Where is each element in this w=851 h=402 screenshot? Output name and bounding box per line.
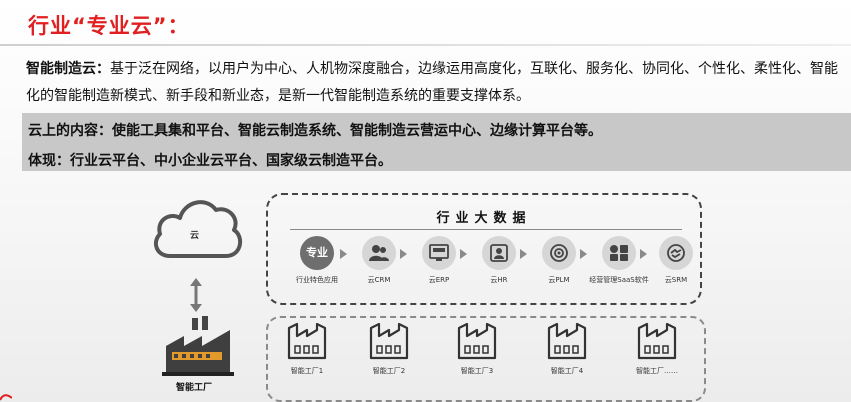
people-icon	[362, 236, 396, 270]
module-label: 经营管理SaaS软件	[589, 276, 649, 284]
professional-badge-text: 专业	[306, 246, 328, 259]
module-label: 行业特色应用	[296, 276, 338, 284]
corner-decoration-icon	[0, 394, 12, 401]
factory-label: 智能工厂……	[636, 367, 678, 375]
factory-item: 智能工厂3	[442, 322, 512, 376]
bidirectional-arrow-icon	[190, 278, 202, 312]
module-srm: 云SRM	[646, 236, 706, 285]
module-label: 云CRM	[367, 276, 391, 284]
factory-item: 智能工厂……	[622, 322, 692, 376]
professional-badge-icon: 专业	[300, 236, 334, 270]
module-crm: 云CRM	[349, 236, 409, 285]
saas-blocks-icon	[602, 236, 636, 270]
flow-arrow-icon	[460, 249, 467, 259]
big-data-divider	[290, 229, 682, 230]
handshake-icon	[659, 236, 693, 270]
factory-icon	[637, 322, 677, 360]
smart-factory-icon	[162, 316, 234, 376]
erp-icon	[422, 236, 456, 270]
page-title: 行业“专业云”：	[28, 14, 190, 38]
factory-item: 智能工厂4	[532, 322, 602, 376]
factory-icon	[369, 322, 409, 360]
intro-paragraph: 智能制造云：基于泛在网络，以用户为中心、人机物深度融合，边缘运用高度化，互联化、…	[26, 56, 842, 110]
flow-arrow-icon	[340, 249, 347, 259]
big-data-title: 行业大数据	[436, 211, 532, 226]
flow-arrow-icon	[580, 249, 587, 259]
target-icon	[542, 236, 576, 270]
intro-term: 智能制造云：	[26, 61, 110, 77]
module-saas: 经营管理SaaS软件	[589, 236, 649, 285]
embodiment-line: 体现：行业云平台、中小企业云平台、国家级云制造平台。	[28, 153, 392, 169]
module-label: 云ERP	[428, 276, 450, 284]
flow-arrow-icon	[400, 249, 407, 259]
module-label: 云HR	[490, 276, 508, 284]
title-divider	[0, 44, 851, 46]
module-label: 云PLM	[548, 276, 570, 284]
factory-icon	[287, 322, 327, 360]
cloud-label: 云	[190, 231, 200, 241]
module-hr: 云HR	[469, 236, 529, 285]
factory-icon	[547, 322, 587, 360]
flow-arrow-icon	[520, 249, 527, 259]
module-plm: 云PLM	[529, 236, 589, 285]
id-card-icon	[482, 236, 516, 270]
module-erp: 云ERP	[409, 236, 469, 285]
factory-label: 智能工厂4	[550, 367, 584, 375]
module-label: 云SRM	[664, 276, 688, 284]
factory-item: 智能工厂2	[354, 322, 424, 376]
module-industry-app: 专业 行业特色应用	[287, 236, 347, 285]
intro-text: 基于泛在网络，以用户为中心、人机物深度融合，边缘运用高度化，互联化、服务化、协同…	[26, 61, 838, 104]
factory-label: 智能工厂3	[460, 367, 494, 375]
smart-factory-label: 智能工厂	[176, 383, 213, 393]
cloud-content-line: 云上的内容：使能工具集和平台、智能云制造系统、智能制造云营运中心、边缘计算平台等…	[28, 123, 602, 139]
factory-icon	[457, 322, 497, 360]
factory-label: 智能工厂1	[290, 367, 324, 375]
factory-item: 智能工厂1	[272, 322, 342, 376]
factory-label: 智能工厂2	[372, 367, 406, 375]
